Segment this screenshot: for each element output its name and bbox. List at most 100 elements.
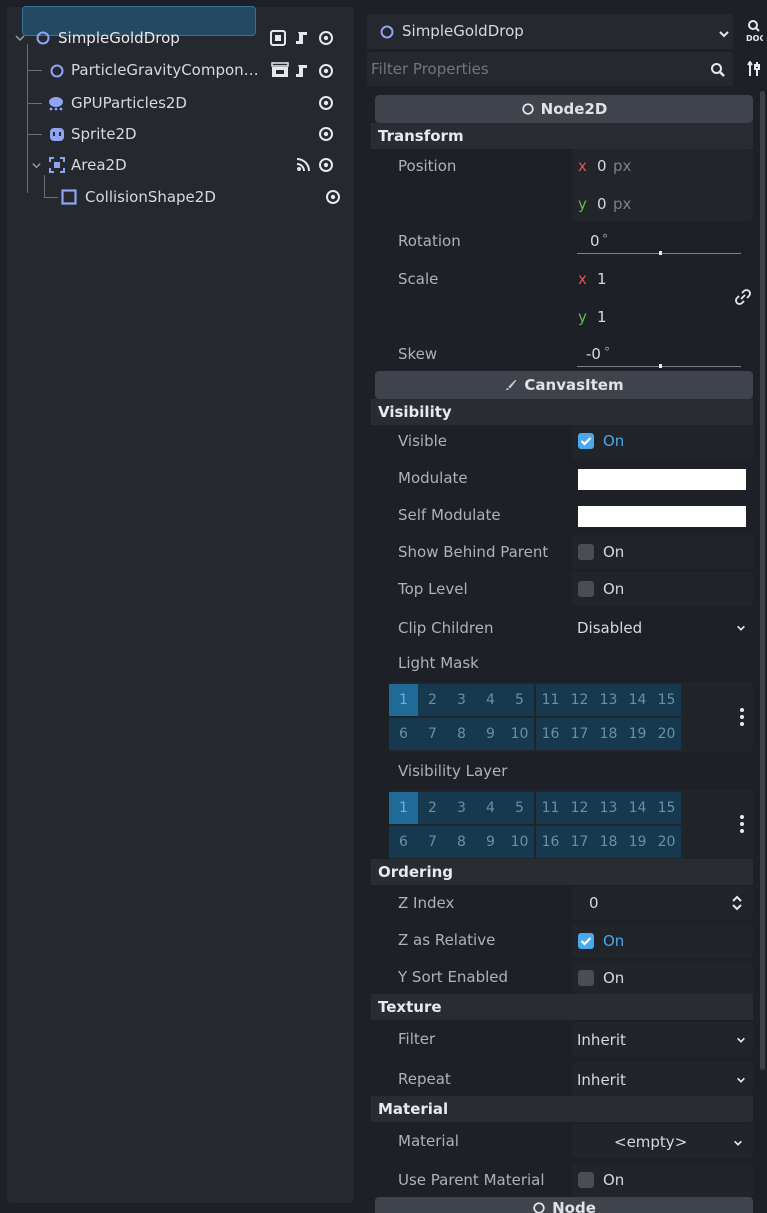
collapse-chevron-icon[interactable] [14,32,26,44]
z-as-relative-field[interactable] [572,924,753,958]
visibility-eye-icon[interactable] [318,30,334,46]
chevron-down-icon[interactable] [736,1075,746,1085]
scrollbar[interactable] [760,91,765,1070]
z-index-field[interactable] [572,886,753,920]
visibility-layer-cell[interactable]: 10 [505,826,534,858]
skew-slider-knob[interactable] [659,364,662,368]
light-mask-layer-cell[interactable]: 2 [418,684,447,716]
visibility-eye-icon[interactable] [318,95,334,111]
visibility-layer-cell[interactable]: 6 [389,826,418,858]
visibility-layer-cell[interactable]: 1 [389,792,418,824]
show-behind-checkbox-field[interactable] [572,535,753,569]
more-menu-icon[interactable] [740,722,744,726]
signals-icon[interactable] [296,158,310,172]
category-texture[interactable]: Texture [371,994,753,1020]
more-menu-icon[interactable] [740,822,744,826]
visibility-layer-cell[interactable]: 15 [652,792,681,824]
section-header-canvasitem[interactable]: CanvasItem [375,371,753,399]
visibility-layer-cell[interactable]: 13 [594,792,623,824]
visibility-layer-cell[interactable]: 4 [476,792,505,824]
visibility-layer-cell[interactable]: 20 [652,826,681,858]
visibility-layer-cell[interactable]: 8 [447,826,476,858]
light-mask-layer-cell[interactable]: 16 [536,718,565,750]
light-mask-layer-cell[interactable]: 1 [389,684,418,716]
repeat-value[interactable]: Inherit [577,1070,626,1090]
light-mask-layer-cell[interactable]: 11 [536,684,565,716]
script-icon[interactable] [294,30,310,46]
checkbox-unchecked-icon[interactable] [578,581,594,597]
tree-item-particlegravity[interactable]: ParticleGravityCompon… [7,53,354,88]
visibility-layer-cell[interactable]: 18 [594,826,623,858]
light-mask-layer-cell[interactable]: 17 [565,718,594,750]
chevron-down-icon[interactable] [736,1035,746,1045]
link-icon[interactable] [735,289,751,305]
visibility-layer-cell[interactable]: 17 [565,826,594,858]
open-documentation-icon[interactable]: DOC [745,19,763,43]
scale-x-value[interactable]: 1 [597,269,607,289]
more-menu-icon[interactable] [740,829,744,833]
category-material[interactable]: Material [371,1096,753,1122]
script-icon[interactable] [294,63,310,79]
spinner-arrows-icon[interactable] [731,895,743,911]
light-mask-layer-cell[interactable]: 8 [447,718,476,750]
collapse-chevron-icon[interactable] [31,160,42,171]
light-mask-layer-cell[interactable]: 6 [389,718,418,750]
filter-value[interactable]: Inherit [577,1030,626,1050]
modulate-color-swatch[interactable] [578,469,746,490]
checkbox-unchecked-icon[interactable] [578,1172,594,1188]
more-menu-icon[interactable] [740,815,744,819]
visibility-layer-cell[interactable]: 12 [565,792,594,824]
more-menu-icon[interactable] [740,708,744,712]
visibility-layer-cell[interactable]: 7 [418,826,447,858]
top-level-checkbox-field[interactable] [572,572,753,606]
visibility-layer-cell[interactable]: 16 [536,826,565,858]
instance-scene-icon[interactable] [270,30,286,46]
visibility-layer-cell[interactable]: 11 [536,792,565,824]
tree-item-gpuparticles2d[interactable]: GPUParticles2D [7,86,354,121]
checkbox-checked-icon[interactable] [578,433,594,449]
visibility-layer-cell[interactable]: 9 [476,826,505,858]
visibility-eye-icon[interactable] [318,126,334,142]
light-mask-layer-cell[interactable]: 4 [476,684,505,716]
tree-item-sprite2d[interactable]: Sprite2D [7,117,354,152]
light-mask-layer-cell[interactable]: 12 [565,684,594,716]
clapperboard-icon[interactable] [271,62,289,78]
clip-children-dropdown[interactable]: Disabled [577,618,642,638]
visible-checkbox-field[interactable] [572,425,753,459]
visibility-layer-cell[interactable]: 2 [418,792,447,824]
light-mask-layer-cell[interactable]: 7 [418,718,447,750]
z-index-value[interactable]: 0 [589,893,599,913]
section-header-node2d[interactable]: Node2D [375,95,753,123]
light-mask-layer-cell[interactable]: 19 [623,718,652,750]
light-mask-layer-cell[interactable]: 15 [652,684,681,716]
rotation-value[interactable]: 0 [590,231,600,251]
skew-value[interactable]: -0 [586,344,601,364]
chevron-down-icon[interactable] [736,623,746,633]
light-mask-layer-cell[interactable]: 9 [476,718,505,750]
chevron-down-icon[interactable] [718,28,730,40]
material-value[interactable]: <empty> [614,1132,687,1152]
category-visibility[interactable]: Visibility [371,399,753,425]
more-menu-icon[interactable] [740,715,744,719]
rotation-slider-knob[interactable] [659,251,662,255]
visibility-eye-icon[interactable] [325,189,341,205]
light-mask-layer-cell[interactable]: 18 [594,718,623,750]
light-mask-layer-cell[interactable]: 5 [505,684,534,716]
visibility-layer-cell[interactable]: 19 [623,826,652,858]
visibility-layer-cell[interactable]: 5 [505,792,534,824]
light-mask-layer-cell[interactable]: 14 [623,684,652,716]
tree-item-area2d[interactable]: Area2D [7,148,354,183]
visibility-eye-icon[interactable] [318,157,334,173]
category-ordering[interactable]: Ordering [371,859,753,885]
tree-item-collisionshape2d[interactable]: CollisionShape2D [7,180,354,215]
chevron-down-icon[interactable] [733,1138,743,1148]
light-mask-layer-cell[interactable]: 13 [594,684,623,716]
scale-y-value[interactable]: 1 [597,307,607,327]
filter-properties-field[interactable] [371,57,691,81]
y-sort-field[interactable] [572,961,753,995]
use-parent-material-field[interactable] [572,1163,753,1197]
position-x-value[interactable]: 0 [597,156,607,176]
self-modulate-color-swatch[interactable] [578,506,746,527]
category-transform[interactable]: Transform [371,123,753,149]
checkbox-unchecked-icon[interactable] [578,544,594,560]
